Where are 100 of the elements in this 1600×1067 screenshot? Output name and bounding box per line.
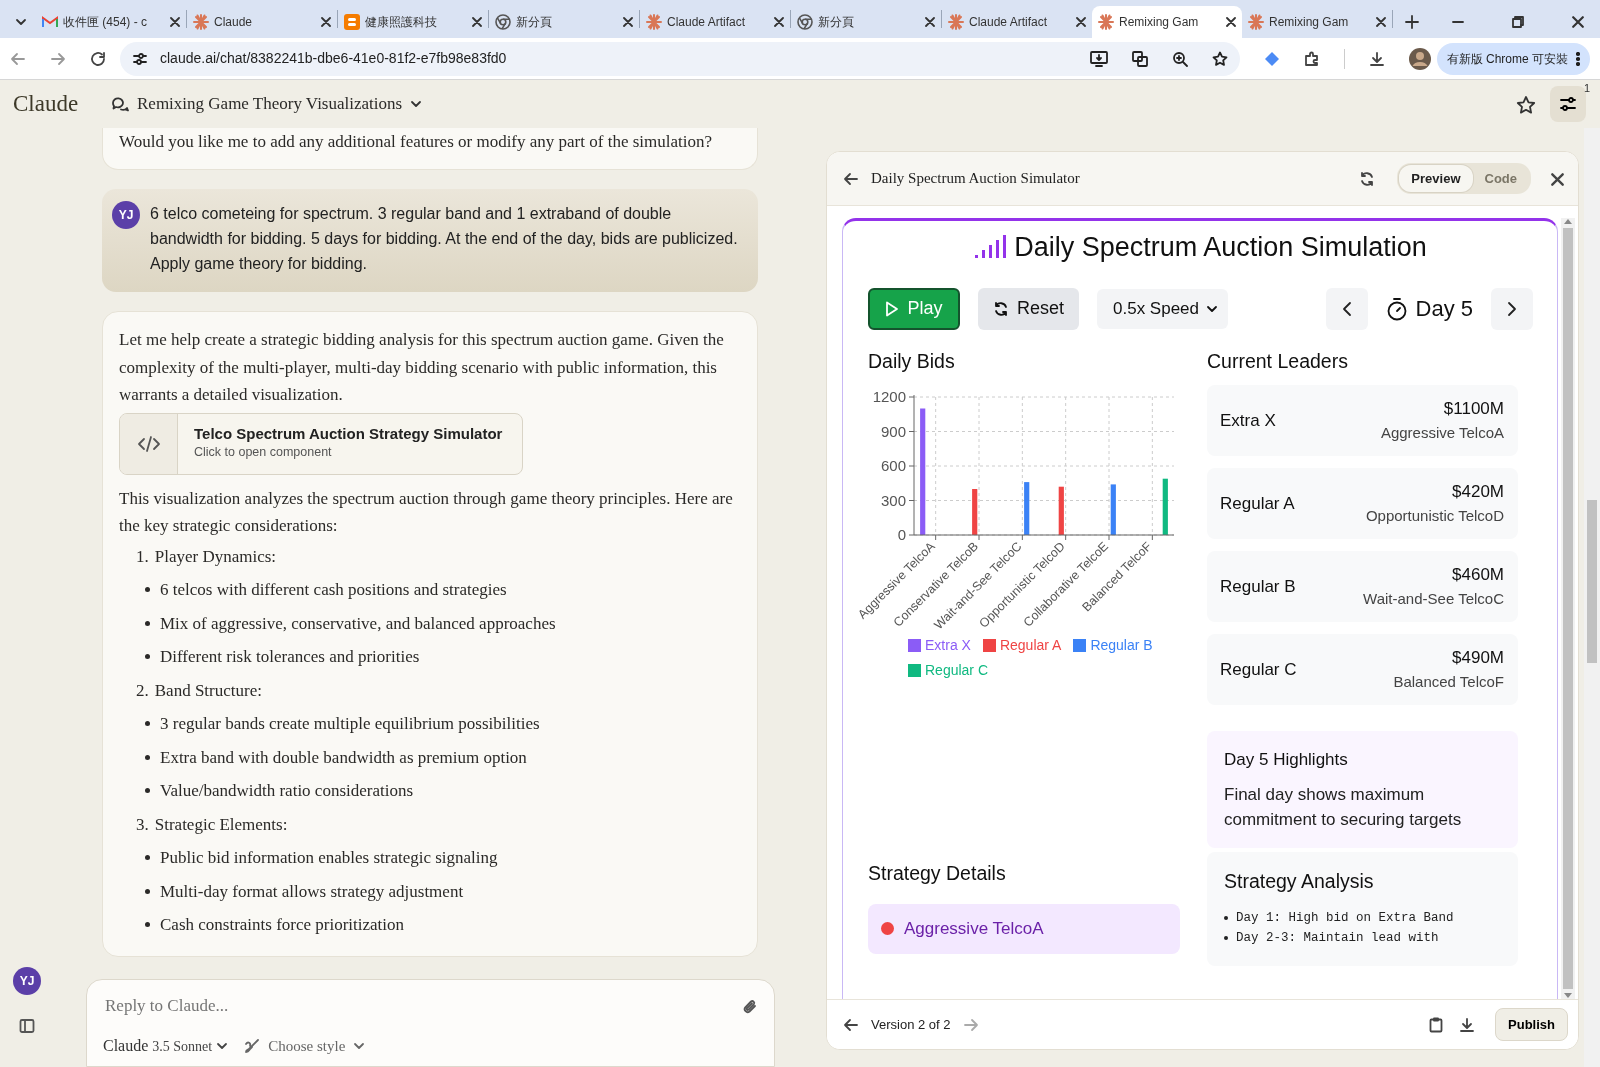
section-heading: Current Leaders xyxy=(1207,349,1349,373)
starburst-icon xyxy=(1248,14,1264,30)
scrollbar-thumb[interactable] xyxy=(1563,228,1573,989)
more-icon[interactable] xyxy=(1576,51,1580,66)
message-text: Would you like me to add any additional features or modify any part of the simulation? xyxy=(119,131,713,153)
previous-day-button[interactable] xyxy=(1325,287,1368,330)
legend-label: Regular B xyxy=(1090,635,1153,655)
paperclip-icon[interactable] xyxy=(742,997,758,1016)
scrollbar[interactable] xyxy=(1561,218,1575,999)
address-bar[interactable]: claude.ai/chat/8382241b-dbe6-41e0-81f2-e7fb98e83fd0 xyxy=(120,41,1240,76)
list-item-text: 3 regular bands create multiple equilibrium possibilities xyxy=(160,713,540,735)
tab-list-icon[interactable] xyxy=(15,16,27,28)
sliders-icon xyxy=(1559,95,1577,113)
close-icon[interactable] xyxy=(1226,17,1236,27)
close-icon[interactable] xyxy=(170,17,180,27)
axis-label: 1200 xyxy=(872,387,906,405)
publish-button[interactable]: Publish xyxy=(1495,1007,1568,1042)
speed-select[interactable]: 0.5x Speed xyxy=(1097,288,1228,329)
view-tab[interactable]: Code xyxy=(1472,164,1529,193)
reset-icon xyxy=(993,300,1009,317)
download-icon[interactable] xyxy=(1459,1016,1476,1033)
scrollbar[interactable] xyxy=(1584,128,1600,1067)
browser-tab[interactable]: Remixing Gam xyxy=(1242,6,1392,38)
close-icon[interactable] xyxy=(321,17,331,27)
list-number: 3. xyxy=(136,813,149,836)
browser-tab[interactable]: 新分頁 xyxy=(791,6,941,38)
reset-button[interactable]: Reset xyxy=(978,287,1079,330)
browser-tab[interactable]: Claude Artifact xyxy=(942,6,1092,38)
view-tab[interactable]: Preview xyxy=(1399,164,1473,193)
restore-icon[interactable] xyxy=(1512,16,1524,28)
bid-amount: $420M xyxy=(1451,481,1504,504)
scroll-up-icon[interactable] xyxy=(1564,218,1572,224)
model-selector[interactable]: Claude 3.5 Sonnet xyxy=(103,1034,229,1058)
extension-icon[interactable] xyxy=(1264,50,1280,67)
artifact-title: Daily Spectrum Auction Simulator xyxy=(871,169,1080,189)
close-icon[interactable] xyxy=(1551,172,1564,186)
site-settings-icon[interactable] xyxy=(132,50,148,67)
translate-icon[interactable] xyxy=(1132,50,1148,67)
reply-composer[interactable]: Reply to Claude... Claude 3.5 Sonnet Choose style xyxy=(86,979,775,1067)
axis-label: 600 xyxy=(880,456,906,474)
back-icon[interactable] xyxy=(843,171,859,188)
browser-tab[interactable]: Claude Artifact xyxy=(640,6,790,38)
star-icon[interactable] xyxy=(1516,94,1536,115)
browser-tab[interactable]: 新分頁 xyxy=(489,6,639,38)
chevron-down-icon[interactable] xyxy=(410,98,423,110)
list-item-text: Mix of aggressive, conservative, and balanced approaches xyxy=(160,612,556,635)
bookmark-star-icon[interactable] xyxy=(1212,50,1228,67)
close-window-icon[interactable] xyxy=(1572,16,1584,28)
axis-label: 300 xyxy=(880,491,906,509)
close-icon[interactable] xyxy=(925,17,935,27)
forward-icon[interactable] xyxy=(50,50,66,67)
starburst-icon xyxy=(646,14,662,30)
profile-avatar[interactable] xyxy=(1409,47,1431,70)
style-selector[interactable]: Choose style xyxy=(244,1034,366,1058)
legend-label: Regular A xyxy=(999,635,1062,655)
bullet-dot xyxy=(145,654,150,660)
bullet-dot xyxy=(145,754,150,760)
next-day-button[interactable] xyxy=(1491,287,1533,330)
play-icon xyxy=(885,300,900,317)
close-icon[interactable] xyxy=(623,17,633,27)
zoom-icon[interactable] xyxy=(1172,50,1188,67)
analysis-title: Strategy Analysis xyxy=(1224,870,1375,894)
new-tab-icon[interactable] xyxy=(1405,15,1419,29)
globe-icon xyxy=(495,14,511,30)
chart-bar xyxy=(1110,484,1116,535)
back-icon[interactable] xyxy=(843,1017,859,1034)
chart-bar xyxy=(1058,486,1064,535)
browser-tab[interactable]: 健康照護科技 xyxy=(338,6,488,38)
chevron-right-icon xyxy=(1507,300,1517,317)
sidebar-toggle-icon[interactable] xyxy=(19,1017,35,1034)
bullet-dot xyxy=(145,620,150,626)
close-icon[interactable] xyxy=(472,17,482,27)
analysis-point: Day 2-3: Maintain lead with xyxy=(1236,929,1439,947)
brush-icon xyxy=(244,1038,261,1054)
browser-tab[interactable]: Remixing Gam xyxy=(1092,6,1242,38)
browser-tab[interactable]: 收件匣 (454) - c xyxy=(36,6,186,38)
bullet-dot xyxy=(145,922,150,928)
update-chrome-button[interactable]: 有新版 Chrome 可安裝 xyxy=(1436,42,1590,75)
chevron-left-icon xyxy=(1341,300,1352,317)
list-item-text: Extra band with double bandwidth as premium option xyxy=(160,746,527,769)
user-avatar[interactable]: YJ xyxy=(13,967,41,995)
scrollbar-thumb[interactable] xyxy=(1587,500,1597,663)
artifact-card[interactable]: Telco Spectrum Auction Strategy Simulator Click to open component xyxy=(119,412,523,475)
close-icon[interactable] xyxy=(774,17,784,27)
reply-input[interactable]: Reply to Claude... xyxy=(103,992,742,1020)
close-icon[interactable] xyxy=(1376,17,1386,27)
message-text: 6 telco cometeing for spectrum. 3 regular band and 1 extraband of double bandwidth for bidding. 5 days for bidding. At the end of the day, bids are publicized. Apply game theory for bidding. xyxy=(150,204,739,274)
url-text: claude.ai/chat/8382241b-dbe6-41e0-81f2-e7fb98e83fd0 xyxy=(160,49,507,68)
app-logo[interactable]: Claude xyxy=(13,86,101,122)
close-icon[interactable] xyxy=(1076,17,1086,27)
download-icon[interactable] xyxy=(1369,50,1385,67)
install-icon[interactable] xyxy=(1090,50,1108,67)
section-heading: Strategy Details xyxy=(868,862,1007,886)
telco-option[interactable]: Aggressive TelcoA xyxy=(868,903,1180,954)
browser-tab[interactable]: Claude xyxy=(187,6,337,38)
clipboard-icon[interactable] xyxy=(1429,1016,1444,1033)
chat-title[interactable]: Remixing Game Theory Visualizations xyxy=(137,91,403,117)
refresh-icon[interactable] xyxy=(1359,171,1376,188)
reload-icon[interactable] xyxy=(90,51,106,68)
puzzle-icon[interactable] xyxy=(1304,50,1320,67)
